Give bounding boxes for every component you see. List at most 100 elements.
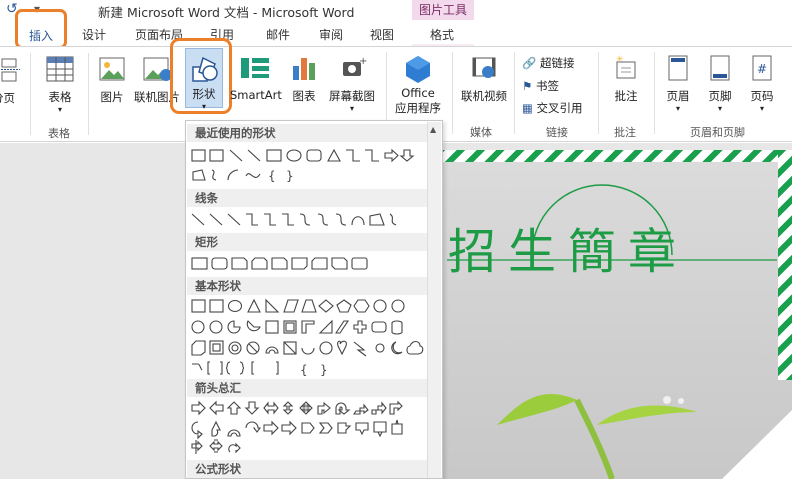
online-video-button[interactable]: 联机视频 bbox=[456, 54, 512, 104]
page-border-top bbox=[437, 150, 792, 162]
chart-label: 图表 bbox=[292, 89, 316, 103]
block-arrow-shapes-icons bbox=[191, 400, 403, 454]
page-break-button[interactable]: 分页 bbox=[0, 57, 22, 105]
separator bbox=[88, 53, 89, 135]
lines-row[interactable] bbox=[190, 210, 426, 230]
title-bar: ↺ ▾ 新建 Microsoft Word 文档 - Microsoft Wor… bbox=[0, 0, 792, 22]
screenshot-button[interactable]: + 屏幕截图 ▾ bbox=[324, 54, 380, 113]
flyer-graphic bbox=[447, 184, 792, 479]
online-video-icon bbox=[472, 57, 496, 78]
gallery-scrollbar[interactable]: ▲ bbox=[427, 122, 441, 478]
smartart-icon bbox=[241, 58, 269, 78]
category-rectangles: 矩形 bbox=[187, 233, 427, 251]
ribbon-tabs: 插入 设计 页面布局 引用 邮件 审阅 视图 格式 bbox=[0, 22, 792, 70]
chart-icon bbox=[293, 58, 315, 80]
footer-icon bbox=[710, 55, 730, 81]
line-shapes-icons bbox=[191, 213, 397, 226]
comment-label: 批注 bbox=[614, 89, 638, 103]
recent-shapes-icons: { } bbox=[191, 148, 415, 183]
table-dropdown-icon: ▾ bbox=[57, 105, 62, 114]
separator bbox=[598, 52, 599, 134]
svg-text:+: + bbox=[359, 56, 367, 67]
screenshot-dropdown-icon: ▾ bbox=[349, 104, 354, 113]
tab-view[interactable]: 视图 bbox=[370, 26, 394, 43]
chart-button[interactable]: 图表 bbox=[288, 54, 320, 104]
category-recent-shapes: 最近使用的形状 bbox=[187, 124, 427, 142]
group-label-links: 链接 bbox=[546, 126, 568, 139]
smartart-label: SmartArt bbox=[230, 88, 282, 102]
rectangle-shapes-icons bbox=[191, 257, 368, 270]
scroll-up-icon[interactable]: ▲ bbox=[430, 125, 436, 134]
comment-button[interactable]: ✳ 批注 bbox=[606, 54, 646, 104]
hyperlink-icon: 🔗 bbox=[522, 56, 537, 70]
basic-shapes-rows[interactable]: { } bbox=[190, 298, 426, 377]
footer-button[interactable]: 页脚 ▾ bbox=[702, 54, 738, 113]
table-icon bbox=[46, 56, 74, 82]
tab-format[interactable]: 格式 bbox=[430, 26, 454, 43]
category-block-arrows: 箭头总汇 bbox=[187, 379, 427, 397]
page-number-dropdown-icon: ▾ bbox=[759, 104, 764, 113]
picture-icon bbox=[99, 57, 125, 81]
document-page-image[interactable] bbox=[437, 150, 792, 479]
office-apps-button[interactable]: Office 应用程序 bbox=[390, 54, 446, 116]
screenshot-icon: + bbox=[343, 56, 367, 76]
svg-text:✳: ✳ bbox=[616, 55, 624, 65]
picture-button[interactable]: 图片 bbox=[94, 55, 130, 105]
svg-text:#: # bbox=[757, 62, 767, 76]
cross-reference-icon: ▦ bbox=[522, 101, 533, 115]
tab-mailings[interactable]: 邮件 bbox=[266, 26, 290, 43]
group-label-tables: 表格 bbox=[48, 127, 70, 140]
svg-text:{: { bbox=[300, 363, 308, 377]
table-button[interactable]: 表格 ▾ bbox=[40, 55, 80, 114]
footer-dropdown-icon: ▾ bbox=[717, 104, 722, 113]
header-button[interactable]: 页眉 ▾ bbox=[660, 54, 696, 113]
insert-tab-highlight bbox=[15, 9, 67, 49]
tab-design[interactable]: 设计 bbox=[82, 26, 106, 43]
category-lines: 线条 bbox=[187, 189, 427, 207]
page-number-icon: # bbox=[752, 55, 772, 81]
picture-label: 图片 bbox=[100, 90, 124, 104]
group-label-comments: 批注 bbox=[614, 126, 636, 139]
page-break-label: 分页 bbox=[0, 91, 15, 105]
separator bbox=[514, 52, 515, 134]
recent-shapes-row[interactable]: { } bbox=[190, 146, 426, 183]
screenshot-label: 屏幕截图 bbox=[329, 89, 375, 103]
page-border-right bbox=[778, 150, 792, 380]
cross-reference-button[interactable]: ▦ 交叉引用 bbox=[522, 100, 583, 116]
online-video-label: 联机视频 bbox=[461, 89, 507, 103]
smartart-button[interactable]: SmartArt bbox=[230, 54, 282, 102]
bookmark-label: 书签 bbox=[535, 79, 559, 93]
footer-label: 页脚 bbox=[708, 89, 732, 103]
bookmark-icon: ⚑ bbox=[522, 79, 533, 93]
header-label: 页眉 bbox=[666, 89, 690, 103]
basic-shapes-icons: { } bbox=[191, 298, 424, 377]
separator bbox=[30, 53, 31, 135]
online-picture-icon bbox=[143, 57, 172, 81]
header-dropdown-icon: ▾ bbox=[675, 104, 680, 113]
page-number-label: 页码 bbox=[750, 89, 774, 103]
office-store-icon bbox=[406, 56, 430, 83]
office-apps-label-2: 应用程序 bbox=[395, 101, 441, 115]
category-equation-shapes: 公式形状 bbox=[187, 460, 427, 478]
page-break-icon bbox=[0, 58, 20, 82]
block-arrows-rows[interactable] bbox=[190, 400, 426, 454]
group-label-header-footer: 页眉和页脚 bbox=[690, 126, 745, 139]
window-title: 新建 Microsoft Word 文档 - Microsoft Word bbox=[98, 5, 355, 20]
separator bbox=[452, 52, 453, 134]
flyer-headline: 招生簡章 bbox=[448, 224, 689, 280]
svg-text:}: } bbox=[320, 363, 328, 377]
bookmark-button[interactable]: ⚑ 书签 bbox=[522, 78, 559, 94]
shapes-gallery[interactable]: ▲ 最近使用的形状 { } 线条 矩形 基本形状 {} 箭头总汇 公式形状 bbox=[185, 120, 443, 479]
separator bbox=[654, 52, 655, 134]
tab-review[interactable]: 审阅 bbox=[319, 26, 343, 43]
page-number-button[interactable]: # 页码 ▾ bbox=[744, 54, 780, 113]
rectangles-row[interactable] bbox=[190, 254, 426, 274]
cross-reference-label: 交叉引用 bbox=[536, 101, 583, 115]
header-icon bbox=[668, 55, 688, 81]
hyperlink-button[interactable]: 🔗 超链接 bbox=[522, 55, 574, 71]
office-apps-label-1: Office bbox=[401, 86, 435, 100]
category-basic-shapes: 基本形状 bbox=[187, 277, 427, 295]
svg-text:{: { bbox=[268, 169, 276, 183]
comment-icon: ✳ bbox=[616, 55, 636, 79]
context-group-title: 图片工具 bbox=[412, 0, 474, 20]
